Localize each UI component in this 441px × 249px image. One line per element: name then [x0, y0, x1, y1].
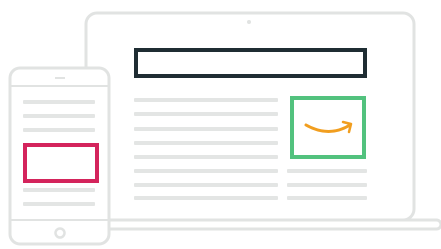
text-line	[23, 128, 95, 132]
text-line	[23, 188, 95, 192]
text-line	[134, 98, 278, 102]
laptop-base	[84, 218, 441, 231]
text-line	[134, 183, 278, 187]
text-line	[287, 183, 367, 187]
laptop-camera-dot	[247, 20, 251, 24]
phone-home-button	[54, 227, 66, 239]
devices-illustration	[8, 11, 441, 246]
text-line	[287, 169, 367, 173]
text-line	[134, 155, 278, 159]
text-line	[134, 141, 278, 145]
text-line	[134, 169, 278, 173]
logo-ad-placeholder	[290, 96, 366, 159]
text-line	[23, 114, 95, 118]
text-line	[287, 196, 367, 200]
text-line	[23, 202, 95, 206]
banner-ad-placeholder	[134, 48, 367, 78]
text-line	[134, 112, 278, 116]
mobile-ad-placeholder	[23, 143, 99, 183]
logo-ad-frame	[290, 96, 366, 159]
text-line	[23, 100, 95, 104]
text-line	[134, 196, 278, 200]
text-line	[134, 127, 278, 131]
